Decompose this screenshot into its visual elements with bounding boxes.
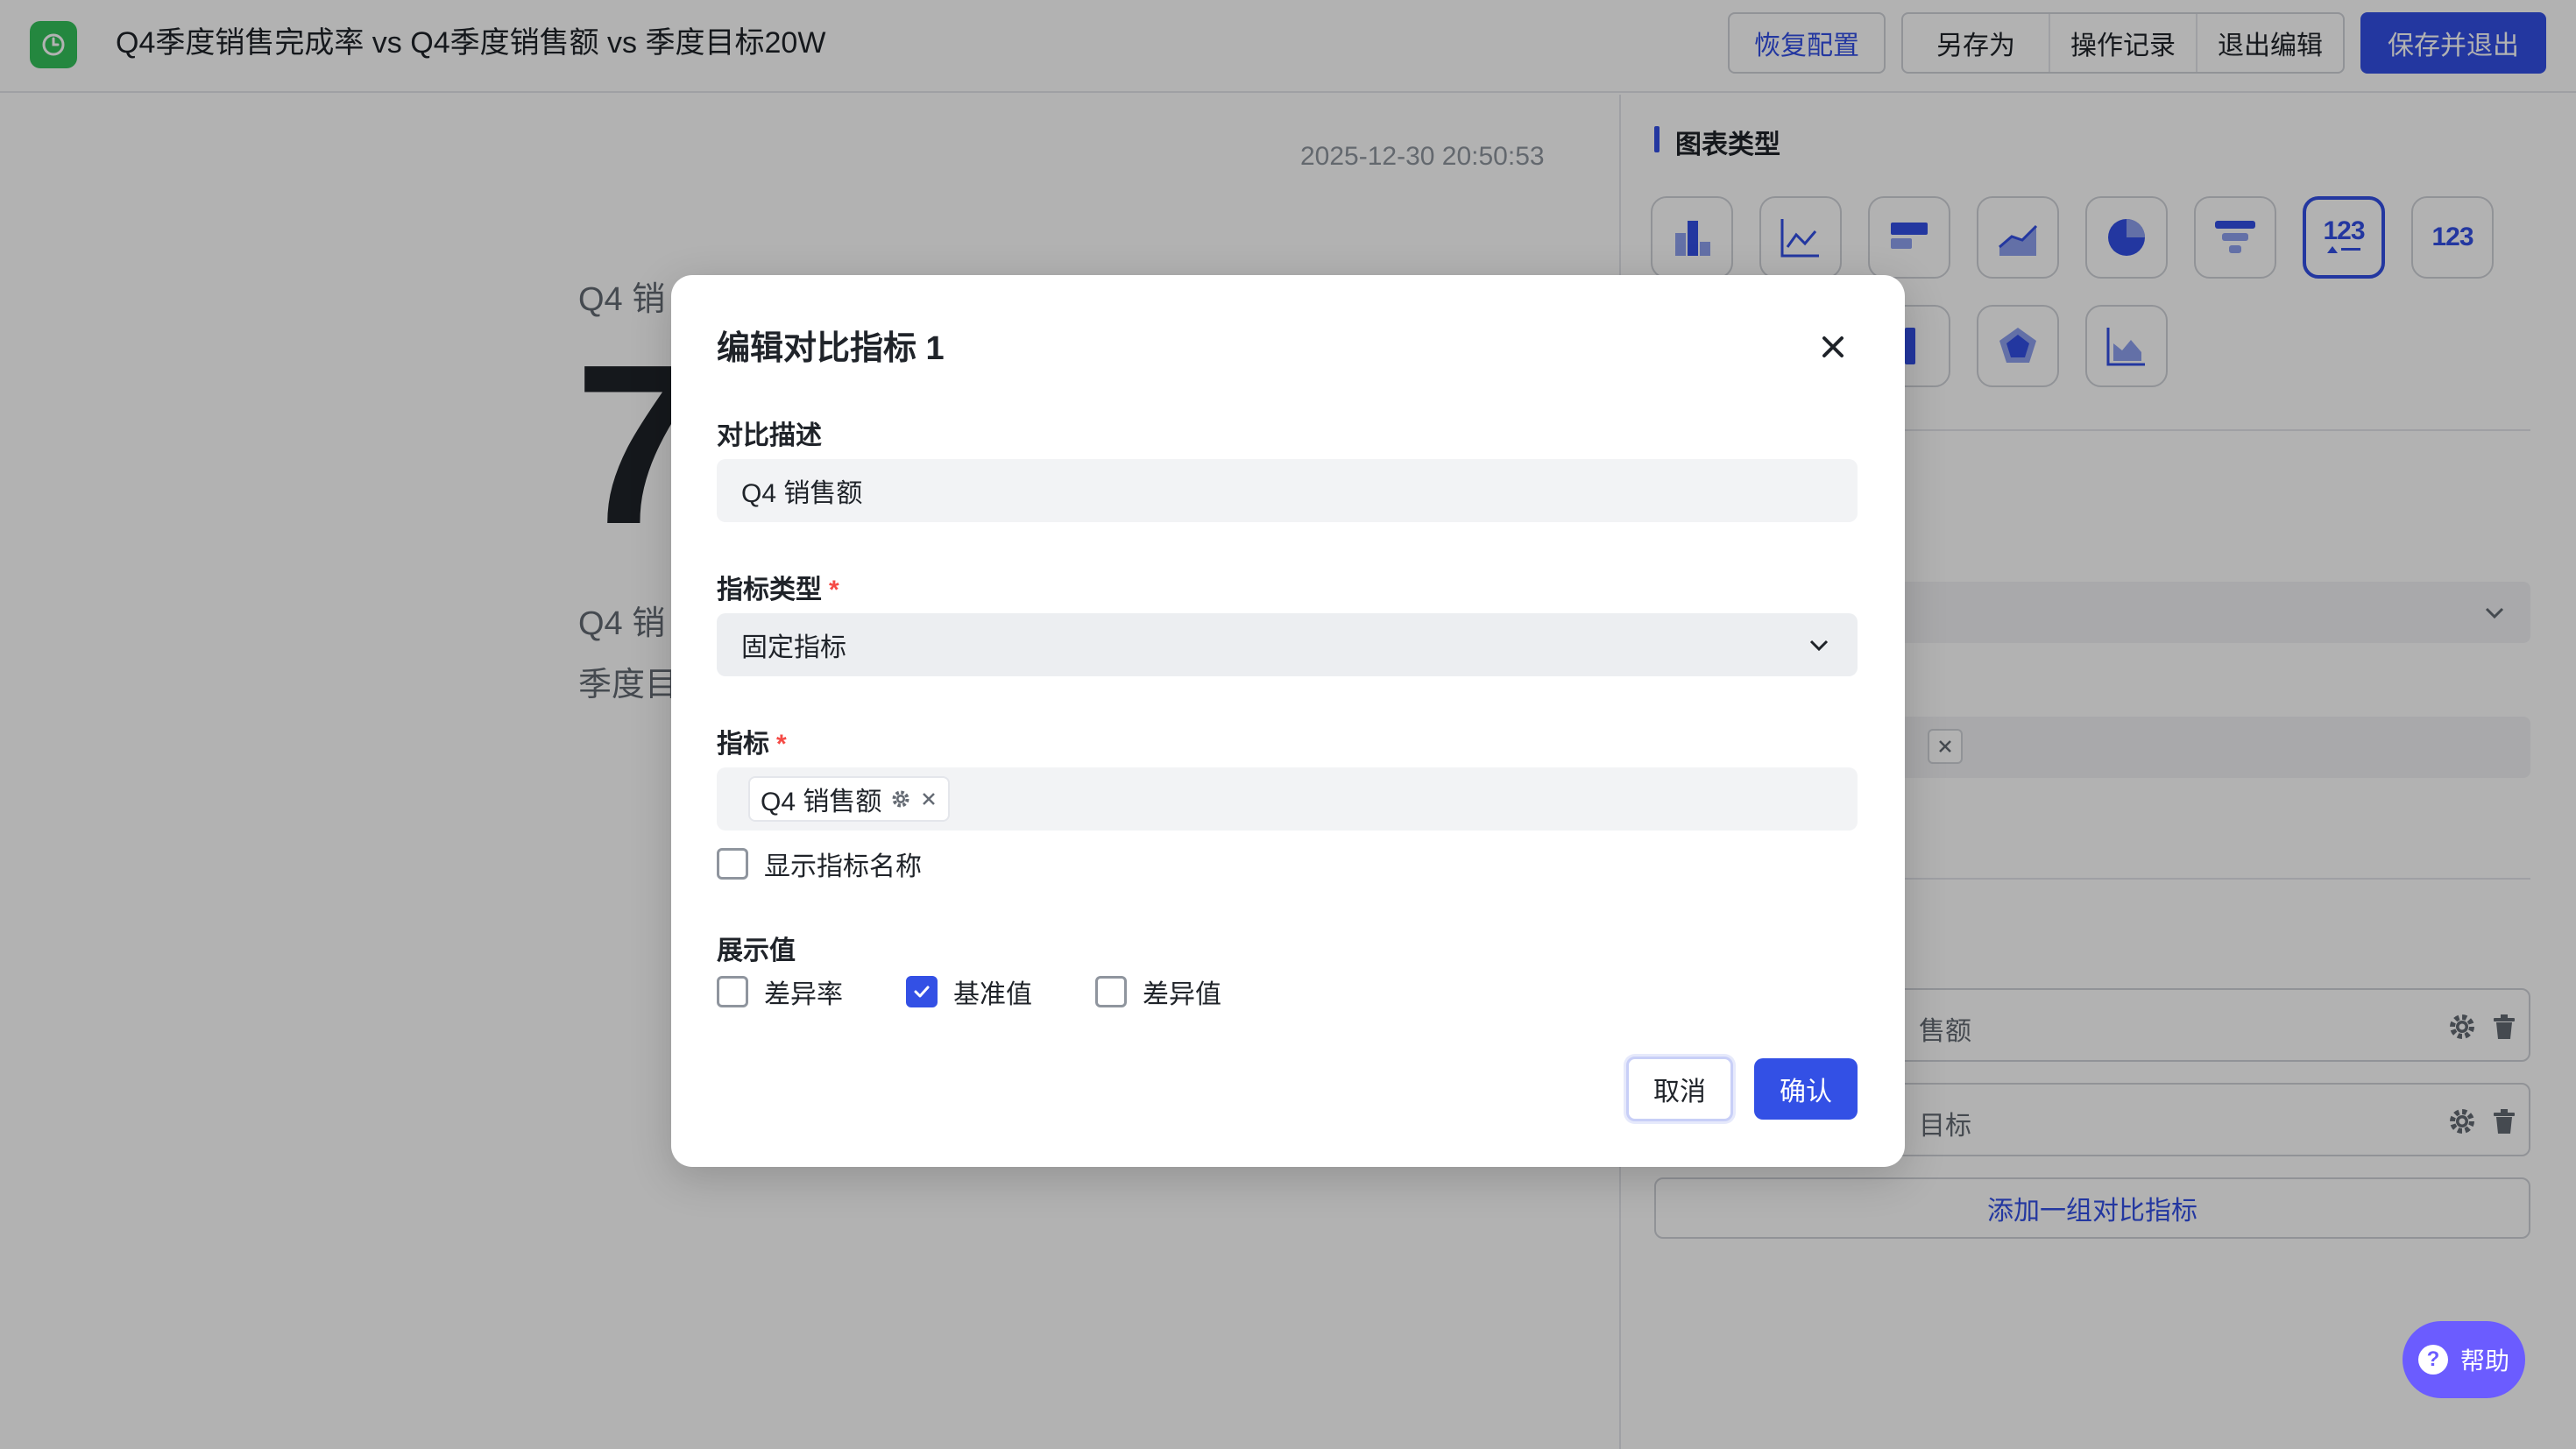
help-label: 帮助 [2459, 1347, 2509, 1375]
show-metric-name-checkbox[interactable] [717, 848, 748, 880]
display-value-label-text: 展示值 [717, 937, 796, 965]
description-label-text: 对比描述 [717, 421, 822, 450]
metric-type-select[interactable]: 固定指标 [717, 613, 1858, 676]
description-input[interactable]: Q4 销售额 [717, 459, 1858, 522]
metric-tag-input[interactable]: Q4 销售额 [717, 767, 1858, 831]
display-value-label: 展示值 [717, 929, 796, 967]
metric-label-text: 指标 [717, 730, 769, 759]
base-value-checkbox[interactable] [906, 976, 938, 1007]
show-metric-name-option[interactable]: 显示指标名称 [717, 845, 922, 883]
close-icon[interactable] [920, 790, 938, 808]
display-option-diff-rate[interactable]: 差异率 [717, 972, 843, 1011]
required-mark: * [776, 730, 787, 759]
diff-rate-checkbox[interactable] [717, 976, 748, 1007]
dialog-title: 编辑对比指标 1 [717, 330, 945, 367]
confirm-button[interactable]: 确认 [1754, 1058, 1858, 1120]
display-option-diff-value[interactable]: 差异值 [1095, 972, 1221, 1011]
metric-type-label-text: 指标类型 [717, 576, 822, 604]
diff-value-checkbox[interactable] [1095, 976, 1127, 1007]
metric-tag-label: Q4 销售额 [761, 788, 882, 816]
display-option-base-value[interactable]: 基准值 [906, 972, 1032, 1011]
show-metric-name-label: 显示指标名称 [764, 852, 922, 881]
required-mark: * [829, 576, 839, 604]
description-label: 对比描述 [717, 413, 822, 452]
metric-tag[interactable]: Q4 销售额 [748, 776, 951, 822]
close-icon[interactable] [1814, 328, 1852, 366]
gear-icon[interactable] [890, 788, 911, 809]
base-value-label: 基准值 [953, 980, 1032, 1009]
help-button[interactable]: ? 帮助 [2403, 1321, 2525, 1398]
diff-rate-label: 差异率 [764, 980, 843, 1009]
metric-type-value: 固定指标 [741, 633, 846, 662]
metric-label: 指标 * [717, 722, 787, 760]
check-icon [914, 986, 930, 998]
metric-type-label: 指标类型 * [717, 568, 839, 606]
diff-value-label: 差异值 [1143, 980, 1221, 1009]
question-icon: ? [2417, 1345, 2448, 1375]
cancel-button[interactable]: 取消 [1626, 1057, 1733, 1121]
edit-compare-metric-dialog: 编辑对比指标 1 对比描述 Q4 销售额 指标类型 * 固定指标 指标 * Q4 销… [671, 275, 1905, 1167]
chevron-down-icon [1809, 640, 1829, 652]
